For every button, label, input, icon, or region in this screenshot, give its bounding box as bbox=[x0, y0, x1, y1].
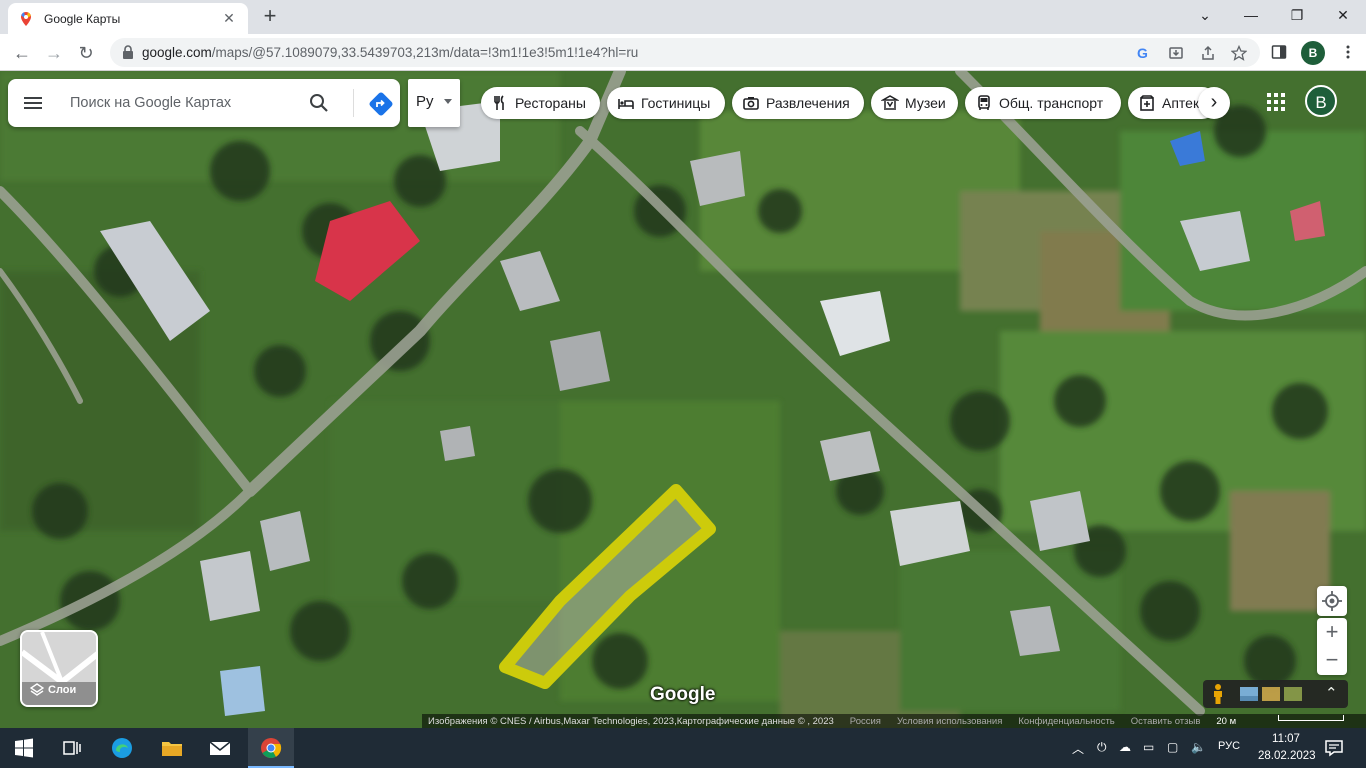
chips-next-button[interactable]: › bbox=[1198, 87, 1230, 119]
forward-button[interactable]: → bbox=[40, 39, 68, 67]
chip-label: Общ. транспорт bbox=[999, 95, 1104, 111]
zoom-out-button[interactable]: − bbox=[1317, 646, 1347, 674]
browser-tab[interactable]: Google Карты ✕ bbox=[8, 3, 248, 34]
new-tab-button[interactable]: + bbox=[258, 5, 282, 29]
minimize-button[interactable]: — bbox=[1228, 0, 1274, 32]
input-language[interactable]: РУС bbox=[1218, 740, 1240, 752]
install-app-icon[interactable] bbox=[1168, 45, 1184, 61]
bookmark-star-icon[interactable] bbox=[1231, 45, 1247, 61]
imagery-attribution: Изображения © CNES / Airbus,Maxar Techno… bbox=[428, 715, 834, 727]
lock-icon bbox=[123, 45, 133, 59]
pharmacy-icon bbox=[1140, 95, 1154, 111]
footer-link-feedback[interactable]: Оставить отзыв bbox=[1131, 716, 1201, 727]
volume-icon[interactable]: 🔈 bbox=[1191, 740, 1206, 754]
chip-label: Рестораны bbox=[515, 95, 586, 111]
layers-label: Слои bbox=[48, 684, 77, 696]
language-label: Ру bbox=[416, 93, 434, 110]
language-selector[interactable]: Ру bbox=[408, 79, 460, 127]
expand-chevron-icon[interactable]: ⌃ bbox=[1325, 684, 1338, 702]
show-hidden-icons-chevron[interactable]: ︿ bbox=[1072, 740, 1084, 757]
my-location-icon bbox=[1322, 591, 1342, 611]
taskbar-clock[interactable]: 11:07 28.02.2023 bbox=[1258, 731, 1316, 765]
chrome-icon[interactable] bbox=[259, 736, 283, 760]
account-avatar[interactable]: В bbox=[1305, 85, 1337, 117]
windows-taskbar: ︿ ⏻ ☁ ▭ ▢ 🔈 РУС 11:07 28.02.2023 bbox=[0, 728, 1366, 768]
camera-icon bbox=[743, 97, 759, 110]
side-panel-icon[interactable] bbox=[1271, 44, 1287, 60]
onedrive-cloud-icon[interactable]: ☁ bbox=[1119, 740, 1131, 754]
windows-start-icon[interactable] bbox=[12, 736, 36, 760]
browser-profile-avatar[interactable]: В bbox=[1301, 41, 1325, 65]
dropdown-arrow-icon bbox=[444, 99, 452, 104]
footer-link-privacy[interactable]: Конфиденциальность bbox=[1018, 716, 1114, 727]
hotel-icon bbox=[618, 99, 634, 109]
scale-label[interactable]: 20 м bbox=[1216, 716, 1236, 727]
chip-museums[interactable]: Музеи bbox=[871, 87, 958, 119]
google-logo: Google bbox=[650, 684, 716, 705]
usb-icon[interactable]: ⏻ bbox=[1097, 740, 1107, 755]
layers-icon bbox=[30, 683, 44, 696]
back-button[interactable]: ← bbox=[8, 39, 36, 67]
museum-icon bbox=[881, 95, 899, 110]
tab-bar: Google Карты ✕ + ⌄ — ❐ ✕ bbox=[0, 0, 1366, 34]
url-text: google.com/maps/@57.1089079,33.5439703,2… bbox=[142, 45, 639, 60]
footer-link-terms[interactable]: Условия использования bbox=[897, 716, 1002, 727]
street-view-bar: ⌃ bbox=[1203, 680, 1348, 708]
close-tab-icon[interactable]: ✕ bbox=[220, 10, 238, 27]
close-window-button[interactable]: ✕ bbox=[1320, 0, 1366, 32]
satellite-imagery[interactable] bbox=[0, 71, 1366, 728]
share-icon[interactable] bbox=[1200, 45, 1216, 61]
search-input[interactable] bbox=[70, 91, 290, 115]
pegman-icon[interactable] bbox=[1211, 683, 1225, 705]
chip-label: Гостиницы bbox=[641, 95, 711, 111]
url-field[interactable]: google.com/maps/@57.1089079,33.5439703,2… bbox=[110, 38, 1260, 67]
search-divider bbox=[353, 89, 354, 117]
network-icon[interactable]: ▢ bbox=[1167, 740, 1178, 754]
address-bar-row: ← → ↻ google.com/maps/@57.1089079,33.543… bbox=[0, 34, 1366, 71]
layers-label-wrap: Слои bbox=[30, 683, 76, 697]
directions-icon[interactable] bbox=[368, 91, 394, 117]
google-maps-favicon-icon bbox=[21, 11, 31, 26]
satellite-map[interactable] bbox=[0, 71, 1366, 728]
google-translate-icon[interactable]: G bbox=[1136, 45, 1152, 61]
restore-button[interactable]: ❐ bbox=[1274, 0, 1320, 32]
svg-text:G: G bbox=[1137, 45, 1148, 61]
reload-button[interactable]: ↻ bbox=[72, 39, 100, 67]
file-explorer-icon[interactable] bbox=[160, 736, 184, 760]
layers-button[interactable]: Слои bbox=[20, 630, 98, 707]
chip-hotels[interactable]: Гостиницы bbox=[607, 87, 725, 119]
notifications-icon[interactable] bbox=[1322, 736, 1346, 760]
chip-label: Развлечения bbox=[766, 95, 850, 111]
mail-icon[interactable] bbox=[208, 736, 232, 760]
imagery-thumbnails-icon[interactable] bbox=[1240, 687, 1302, 701]
scale-bar bbox=[1278, 715, 1344, 721]
zoom-in-button[interactable]: + bbox=[1317, 618, 1347, 646]
chip-public-transport[interactable]: Общ. транспорт bbox=[965, 87, 1121, 119]
search-icon[interactable] bbox=[308, 92, 330, 114]
browser-menu-icon[interactable] bbox=[1340, 44, 1356, 60]
battery-icon[interactable]: ▭ bbox=[1143, 740, 1154, 754]
restaurant-icon bbox=[494, 95, 504, 110]
tab-title: Google Карты bbox=[44, 11, 121, 26]
footer-link-country[interactable]: Россия bbox=[850, 716, 881, 727]
my-location-button[interactable] bbox=[1317, 586, 1347, 616]
hamburger-menu-icon[interactable] bbox=[22, 92, 44, 114]
task-view-icon[interactable] bbox=[60, 736, 84, 760]
map-attribution-bar: Изображения © CNES / Airbus,Maxar Techno… bbox=[422, 714, 1366, 728]
chip-restaurants[interactable]: Рестораны bbox=[481, 87, 600, 119]
chip-entertainment[interactable]: Развлечения bbox=[732, 87, 864, 119]
tab-search-chevron-icon[interactable]: ⌄ bbox=[1182, 0, 1228, 32]
bus-icon bbox=[978, 95, 990, 110]
zoom-control: + − bbox=[1317, 618, 1347, 675]
google-apps-grid-icon[interactable] bbox=[1264, 90, 1288, 114]
chip-label: Музеи bbox=[905, 95, 946, 111]
clock-time: 11:07 bbox=[1272, 733, 1300, 745]
search-box bbox=[8, 79, 400, 127]
clock-date: 28.02.2023 bbox=[1258, 750, 1316, 762]
edge-browser-icon[interactable] bbox=[110, 736, 134, 760]
